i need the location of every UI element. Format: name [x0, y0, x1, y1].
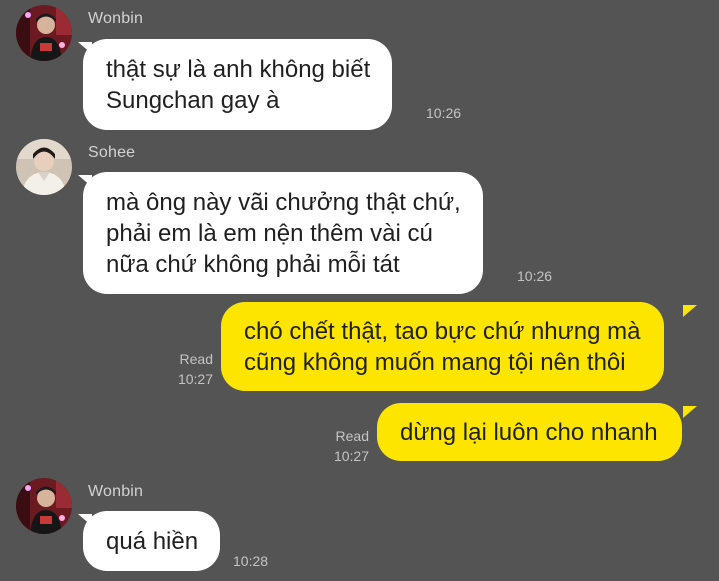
message-meta: Read 10:27 — [324, 426, 369, 466]
message-time: 10:27 — [333, 448, 369, 464]
bubble-tail — [683, 305, 697, 317]
avatar-photo-red-icon — [16, 478, 72, 534]
message-time: 10:27 — [177, 371, 213, 387]
avatar-photo-light-icon — [16, 139, 72, 195]
bubble-tail — [683, 406, 697, 418]
message-bubble[interactable]: dừng lại luôn cho nhanh — [377, 403, 682, 461]
sender-avatar[interactable] — [16, 139, 72, 195]
sender-name: Wonbin — [88, 483, 144, 500]
message-bubble[interactable]: thật sự là anh không biết Sungchan gay à — [83, 39, 393, 130]
message-time: 10:26 — [517, 268, 553, 284]
sender-avatar[interactable] — [16, 5, 72, 61]
sender-name: Wonbin — [88, 10, 144, 27]
message-bubble[interactable]: mà ông này vãi chưởng thật chứ, phải em … — [83, 172, 483, 294]
read-receipt: Read — [179, 351, 213, 367]
message-bubble[interactable]: quá hiền — [83, 511, 221, 571]
avatar-photo-red-icon — [16, 5, 72, 61]
message-bubble[interactable]: chó chết thật, tao bực chứ nhưng mà cũng… — [221, 302, 665, 391]
read-receipt: Read — [335, 428, 369, 444]
message-time: 10:26 — [426, 105, 462, 121]
message-meta: Read 10:27 — [168, 349, 213, 389]
sender-avatar[interactable] — [16, 478, 72, 534]
sender-name: Sohee — [88, 144, 136, 161]
message-time: 10:28 — [233, 553, 269, 569]
